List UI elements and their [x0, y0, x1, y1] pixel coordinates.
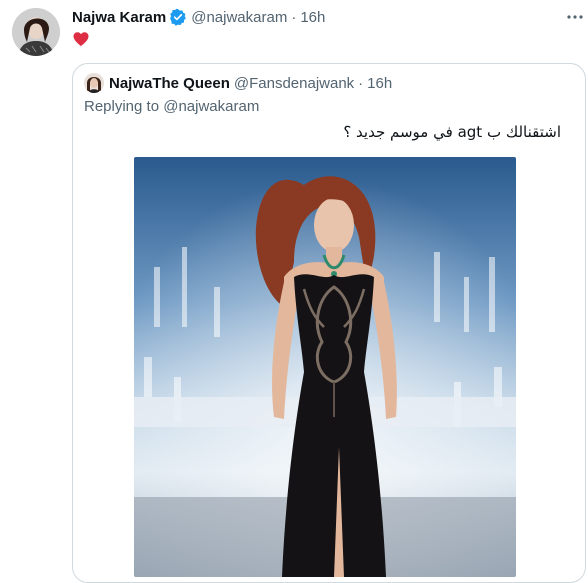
author-name[interactable]: Najwa Karam: [72, 9, 166, 26]
tweet-header: Najwa Karam @najwakaram · 16h: [72, 7, 325, 27]
replying-mention[interactable]: @najwakaram: [163, 98, 259, 115]
quoted-author-handle[interactable]: @Fansdenajwank: [234, 75, 354, 92]
separator-dot: ·: [358, 74, 364, 92]
quoted-author-avatar: [84, 73, 104, 93]
red-heart-emoji: [72, 30, 90, 48]
quoted-tweet-text: اشتقنالك ب agt في موسم جديد ؟: [343, 123, 561, 141]
verified-badge-icon: [169, 8, 187, 26]
separator-dot: ·: [291, 8, 297, 26]
quoted-tweet[interactable]: NajwaThe Queen @Fansdenajwank · 16h Repl…: [72, 63, 586, 583]
quoted-tweet-timestamp[interactable]: 16h: [367, 75, 392, 92]
author-avatar[interactable]: [12, 8, 60, 56]
quoted-author-name[interactable]: NajwaThe Queen: [109, 75, 230, 92]
author-handle[interactable]: @najwakaram: [191, 9, 287, 26]
replying-prefix: Replying to: [84, 98, 160, 115]
tweet[interactable]: Najwa Karam @najwakaram · 16h NajwaThe Q…: [0, 0, 588, 583]
quoted-tweet-header: NajwaThe Queen @Fansdenajwank · 16h: [84, 72, 392, 94]
tweet-timestamp[interactable]: 16h: [300, 9, 325, 26]
replying-to-line: Replying to @najwakaram: [84, 98, 259, 115]
quoted-tweet-photo[interactable]: [134, 157, 516, 577]
more-options-icon[interactable]: [566, 8, 584, 26]
